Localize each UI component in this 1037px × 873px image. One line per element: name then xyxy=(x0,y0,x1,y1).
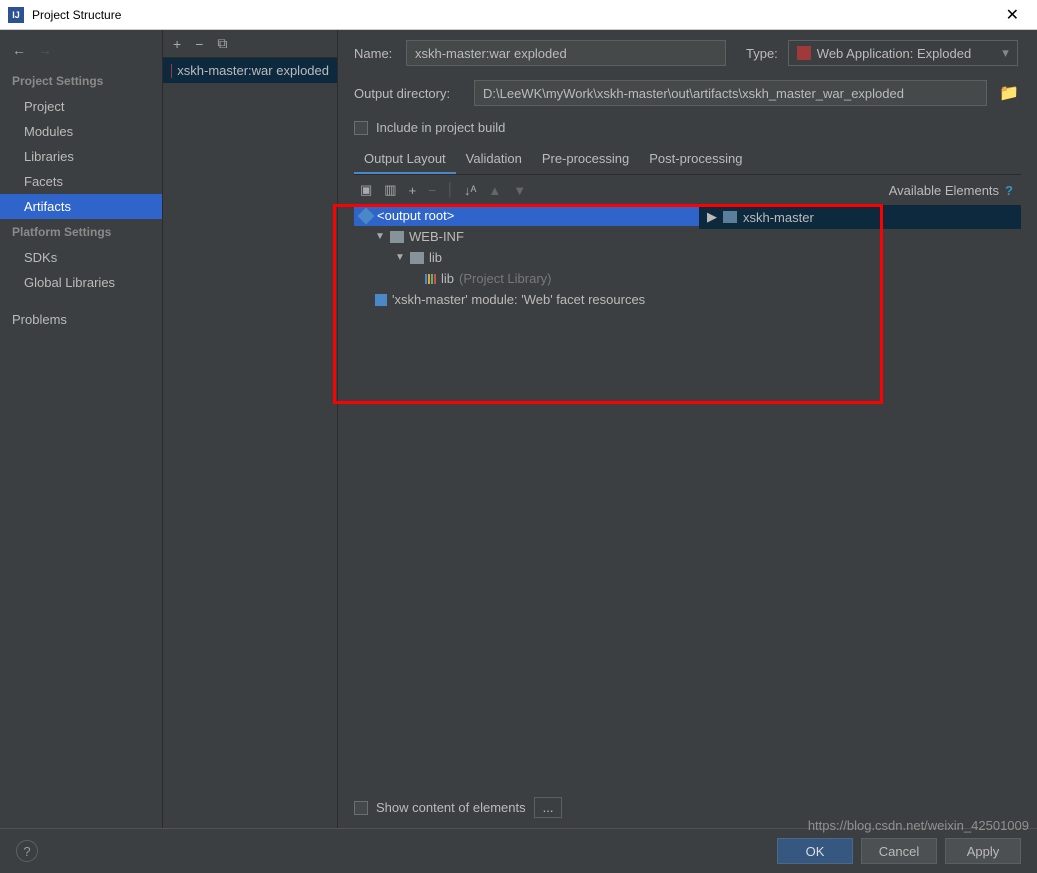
column-icon[interactable]: ▥ xyxy=(384,182,396,198)
lib-folder-label: lib xyxy=(429,250,442,265)
webinf-label: WEB-INF xyxy=(409,229,464,244)
sort-icon[interactable]: ↓ᴬ xyxy=(464,183,476,198)
include-row: Include in project build xyxy=(354,120,1021,135)
available-label: Available Elements xyxy=(889,183,999,198)
expand-icon[interactable]: ▶ xyxy=(707,209,717,225)
bottom-bar: Show content of elements ... xyxy=(338,787,1037,828)
artifact-label: xskh-master:war exploded xyxy=(177,63,329,78)
main-area: ← → Project Settings Project Modules Lib… xyxy=(0,30,1037,828)
include-checkbox[interactable] xyxy=(354,121,368,135)
available-header: Available Elements ? xyxy=(699,175,1021,205)
new-folder-icon[interactable]: ▣ xyxy=(360,182,372,198)
sidebar-item-problems[interactable]: Problems xyxy=(0,307,162,332)
sidebar-item-facets[interactable]: Facets xyxy=(0,169,162,194)
output-tree-panel: ▣ ▥ + − | ↓ᴬ ▲ ▼ <output root> xyxy=(354,175,699,310)
type-label: Type: xyxy=(746,46,778,61)
available-item[interactable]: ▶ xskh-master xyxy=(699,205,1021,229)
folder-icon xyxy=(410,252,424,264)
remove-element-icon[interactable]: − xyxy=(428,183,436,198)
folder-icon xyxy=(390,231,404,243)
lib-item-label: lib xyxy=(441,271,454,286)
tabs: Output Layout Validation Pre-processing … xyxy=(354,145,1021,175)
include-label: Include in project build xyxy=(376,120,505,135)
sidebar-item-modules[interactable]: Modules xyxy=(0,119,162,144)
tree-lib-folder[interactable]: ▼ lib xyxy=(354,247,699,268)
library-icon xyxy=(425,274,436,284)
browse-folder-icon[interactable]: 📁 xyxy=(997,81,1021,105)
name-input[interactable] xyxy=(406,40,726,66)
show-content-label: Show content of elements xyxy=(376,800,526,815)
output-dir-input[interactable] xyxy=(474,80,987,106)
cancel-button[interactable]: Cancel xyxy=(861,838,937,864)
dots-button[interactable]: ... xyxy=(534,797,563,818)
chevron-down-icon: ▾ xyxy=(1002,45,1009,61)
sidebar-item-libraries[interactable]: Libraries xyxy=(0,144,162,169)
lib-hint: (Project Library) xyxy=(459,271,551,286)
expand-icon[interactable]: ▼ xyxy=(395,252,405,263)
facet-icon xyxy=(375,294,387,306)
tree-lib-item[interactable]: lib (Project Library) xyxy=(354,268,699,289)
facet-label: 'xskh-master' module: 'Web' facet resour… xyxy=(392,292,645,307)
name-label: Name: xyxy=(354,46,396,61)
type-value: Web Application: Exploded xyxy=(817,46,971,61)
output-tree: <output root> ▼ WEB-INF ▼ lib xyxy=(354,205,699,310)
section-platform-settings: Platform Settings xyxy=(0,219,162,245)
name-row: Name: Type: Web Application: Exploded ▾ xyxy=(354,40,1021,66)
expand-icon[interactable]: ▼ xyxy=(375,231,385,242)
up-icon[interactable]: ▲ xyxy=(488,183,501,198)
apply-button[interactable]: Apply xyxy=(945,838,1021,864)
tab-validation[interactable]: Validation xyxy=(456,145,532,174)
tab-pre-processing[interactable]: Pre-processing xyxy=(532,145,639,174)
sidebar-item-artifacts[interactable]: Artifacts xyxy=(0,194,162,219)
type-select[interactable]: Web Application: Exploded ▾ xyxy=(788,40,1018,66)
module-icon xyxy=(723,211,737,223)
artifact-list-panel: + − ⧉ xskh-master:war exploded xyxy=(163,30,338,828)
window-title: Project Structure xyxy=(32,8,996,22)
add-element-icon[interactable]: + xyxy=(409,183,417,198)
content-panel: Name: Type: Web Application: Exploded ▾ … xyxy=(338,30,1037,828)
back-icon[interactable]: ← xyxy=(12,42,26,58)
output-root-label: <output root> xyxy=(377,208,454,223)
help-icon[interactable]: ? xyxy=(16,840,38,862)
app-icon: IJ xyxy=(8,7,24,23)
tree-webinf[interactable]: ▼ WEB-INF xyxy=(354,226,699,247)
sidebar: ← → Project Settings Project Modules Lib… xyxy=(0,30,163,828)
show-content-checkbox[interactable] xyxy=(354,801,368,815)
output-root-icon xyxy=(358,207,375,224)
footer: ? OK Cancel Apply xyxy=(0,828,1037,873)
artifact-list-item[interactable]: xskh-master:war exploded xyxy=(163,58,337,83)
available-help-icon[interactable]: ? xyxy=(1005,183,1013,198)
available-item-label: xskh-master xyxy=(743,210,814,225)
forward-icon: → xyxy=(38,42,52,58)
remove-icon[interactable]: − xyxy=(195,36,203,52)
sidebar-item-project[interactable]: Project xyxy=(0,94,162,119)
copy-icon[interactable]: ⧉ xyxy=(217,35,227,52)
section-project-settings: Project Settings xyxy=(0,68,162,94)
output-dir-label: Output directory: xyxy=(354,86,464,101)
tab-post-processing[interactable]: Post-processing xyxy=(639,145,752,174)
output-dir-row: Output directory: 📁 xyxy=(354,80,1021,106)
artifact-toolbar: + − ⧉ xyxy=(163,30,337,58)
add-icon[interactable]: + xyxy=(173,36,181,52)
layout-area: ▣ ▥ + − | ↓ᴬ ▲ ▼ <output root> xyxy=(354,175,1021,310)
war-icon xyxy=(797,46,811,60)
titlebar: IJ Project Structure ✕ xyxy=(0,0,1037,30)
sidebar-item-global-libraries[interactable]: Global Libraries xyxy=(0,270,162,295)
layout-toolbar: ▣ ▥ + − | ↓ᴬ ▲ ▼ xyxy=(354,175,699,205)
sidebar-item-sdks[interactable]: SDKs xyxy=(0,245,162,270)
available-panel: Available Elements ? ▶ xskh-master xyxy=(699,175,1021,310)
tree-output-root[interactable]: <output root> xyxy=(354,205,699,226)
ok-button[interactable]: OK xyxy=(777,838,853,864)
close-icon[interactable]: ✕ xyxy=(996,5,1029,25)
tab-output-layout[interactable]: Output Layout xyxy=(354,145,456,174)
down-icon[interactable]: ▼ xyxy=(513,183,526,198)
nav-arrows: ← → xyxy=(0,38,162,68)
show-content-row: Show content of elements xyxy=(354,800,526,815)
tree-facet[interactable]: 'xskh-master' module: 'Web' facet resour… xyxy=(354,289,699,310)
